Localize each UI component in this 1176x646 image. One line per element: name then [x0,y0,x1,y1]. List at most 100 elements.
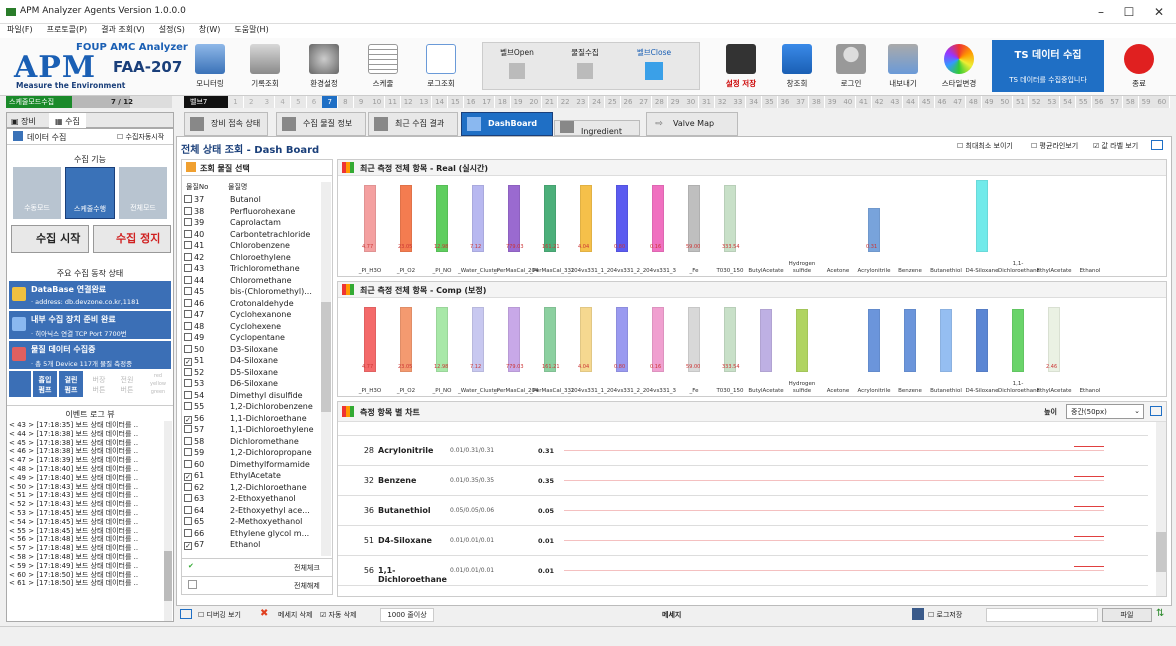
valve-step-36[interactable]: 36 [777,96,794,108]
debug-view-checkbox[interactable]: ☐ 디버깅 보기 [198,610,241,620]
uncheck-all-button[interactable]: 전체해제 [182,576,332,594]
valve-step-49[interactable]: 49 [981,96,998,108]
valve-step-14[interactable]: 14 [432,96,449,108]
material-checkbox[interactable]: ✓ [184,542,192,550]
full-mode-button[interactable]: 전체모드 [119,167,167,219]
material-checkbox[interactable] [184,482,192,491]
valve-step-26[interactable]: 26 [620,96,637,108]
material-checkbox[interactable] [184,218,192,226]
valve-step-22[interactable]: 22 [557,96,574,108]
bar[interactable] [868,308,880,372]
material-checkbox[interactable] [184,275,192,284]
material-row[interactable]: 47 Cyclohexanone [182,309,320,321]
bar[interactable] [580,307,592,372]
material-row[interactable]: 44 Chloromethane [182,275,320,287]
menu-results[interactable]: 결과 조회(V) [94,24,152,36]
valve-step-24[interactable]: 24 [589,96,606,108]
valve-step-16[interactable]: 16 [463,96,480,108]
material-row[interactable]: 40 Carbontetrachloride [182,229,320,241]
avg-line-checkbox[interactable]: ☐ 평균라인보기 [1031,141,1078,151]
material-row[interactable]: 43 Trichloromethane [182,263,320,275]
auto-collect-checkbox[interactable]: ☐ 수집자동시작 [117,132,164,142]
material-checkbox[interactable] [184,494,192,502]
log-save-checkbox[interactable]: ☐ 로그저장 [928,610,962,620]
bar[interactable] [688,307,700,372]
material-checkbox[interactable] [184,195,192,203]
material-row[interactable]: 52 D5-Siloxane [182,367,320,379]
bar[interactable] [544,307,556,372]
valve-step-38[interactable]: 38 [808,96,825,108]
valve-step-15[interactable]: 15 [447,96,464,108]
alarm-button[interactable]: 버장 버튼 [87,371,111,397]
valve-step-48[interactable]: 48 [965,96,982,108]
bar[interactable] [940,308,952,372]
log-path-input[interactable] [986,608,1098,622]
tab-equipment[interactable]: ▣ 장비 [11,116,36,127]
material-row[interactable]: 58 Dichloromethane [182,436,320,448]
material-row[interactable]: ✓ 56 1,1-Dichloroethane [182,413,320,425]
valve-step-59[interactable]: 59 [1138,96,1155,108]
tab-valve-map[interactable]: ⇨ Valve Map [646,112,738,136]
material-row[interactable]: 62 1,2-Dichloroethane [182,482,320,494]
valve-step-19[interactable]: 19 [510,96,527,108]
bar[interactable] [508,307,520,372]
valve-step-43[interactable]: 43 [887,96,904,108]
material-row[interactable]: 41 Chlorobenzene [182,240,320,252]
bar[interactable] [400,307,412,372]
menu-protocol[interactable]: 프로토콜(P) [40,24,95,36]
manual-mode-button[interactable]: 수동모드 [13,167,61,219]
material-checkbox[interactable] [184,528,192,537]
clean-pump-button[interactable]: 걸린 펌프 [59,371,83,397]
material-checkbox[interactable]: ✓ [184,473,192,481]
material-row[interactable]: 63 2-Ethoxyethanol [182,493,320,505]
bar[interactable] [508,185,520,252]
tab-dashboard[interactable]: DashBoard [461,112,553,136]
material-checkbox[interactable] [184,517,192,525]
tab-material-info[interactable]: 수집 물질 정보 [276,112,366,136]
tab-ingredient[interactable]: Ingredient [554,120,640,136]
material-row[interactable]: ✓ 61 EthylAcetate [182,470,320,482]
valve-step-50[interactable]: 50 [997,96,1014,108]
bar[interactable] [904,308,916,372]
valve-step-11[interactable]: 11 [385,96,401,108]
valve-step-60[interactable]: 60 [1154,96,1171,108]
material-row[interactable]: 49 Cyclopentane [182,332,320,344]
material-checkbox[interactable] [184,310,192,318]
valve-step-20[interactable]: 20 [526,96,543,108]
material-row[interactable]: 60 Dimethylformamide [182,459,320,471]
schedule-mode-button[interactable]: 스케줄수행 [65,167,115,219]
bar[interactable] [652,185,664,252]
bar[interactable] [976,180,988,252]
minmax-checkbox[interactable]: ☐ 최대최소 보이기 [957,141,1013,151]
valve-step-3[interactable]: 3 [259,96,276,108]
valve-step-32[interactable]: 32 [714,96,731,108]
material-checkbox[interactable] [184,367,192,376]
bar[interactable] [760,308,772,372]
valve-step-54[interactable]: 54 [1060,96,1077,108]
valve-step-6[interactable]: 6 [306,96,323,108]
material-row[interactable]: 53 D6-Siloxane [182,378,320,390]
sort-icon[interactable]: ⇅ [1156,608,1164,619]
valve-step-46[interactable]: 46 [934,96,951,108]
valve-step-52[interactable]: 52 [1028,96,1045,108]
valve-step-57[interactable]: 57 [1107,96,1124,108]
material-checkbox[interactable] [184,229,192,238]
bar[interactable] [976,308,988,372]
material-list-scrollbar[interactable] [321,182,331,556]
valve-step-17[interactable]: 17 [479,96,496,108]
material-row[interactable]: 65 2-Methoxyethanol [182,516,320,528]
valve-step-2[interactable]: 2 [243,96,260,108]
valve-step-53[interactable]: 53 [1044,96,1061,108]
bar[interactable] [436,307,448,372]
bar[interactable] [688,185,700,252]
material-row[interactable]: 59 1,2-Dichloropropane [182,447,320,459]
valve-step-45[interactable]: 45 [918,96,935,108]
valve-step-47[interactable]: 47 [950,96,967,108]
value-label-checkbox[interactable]: ☑ 값 라벨 보기 [1093,141,1138,151]
suction-pump-button[interactable]: 흡입 펌프 [33,371,57,397]
material-row[interactable]: 46 Crotonaldehyde [182,298,320,310]
valve-step-13[interactable]: 13 [416,96,433,108]
material-checkbox[interactable] [184,505,192,514]
material-checkbox[interactable] [184,459,192,468]
material-checkbox[interactable] [184,264,192,272]
